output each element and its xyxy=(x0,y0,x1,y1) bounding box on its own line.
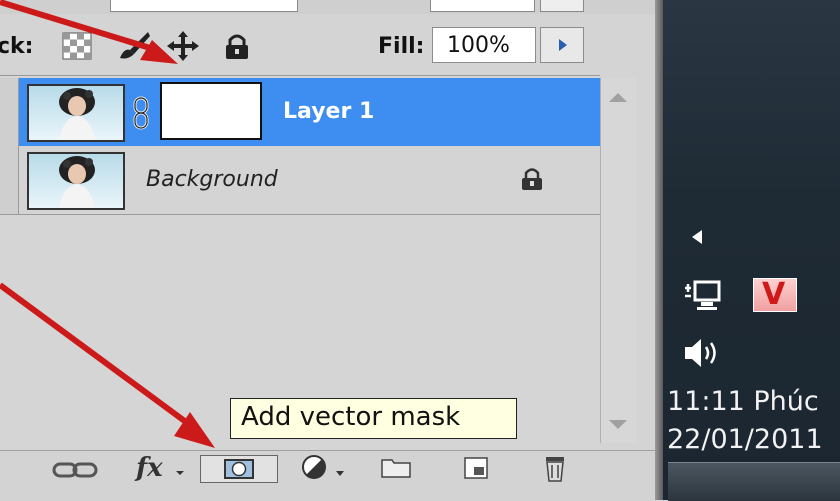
unikey-tray-button[interactable]: V xyxy=(753,277,797,312)
unikey-v-label: V xyxy=(762,277,786,312)
layers-panel: ck: Fill: 100% Layer 1 Background fx Add… xyxy=(0,0,655,501)
volume-icon[interactable] xyxy=(683,336,727,370)
annotation-arrows xyxy=(0,0,215,448)
clock-time[interactable]: 11:11 Phúc xyxy=(667,386,819,417)
taskbar-show-desktop-button[interactable] xyxy=(668,462,840,501)
network-icon[interactable] xyxy=(681,278,725,314)
show-hidden-icons-arrow-icon[interactable] xyxy=(689,228,705,246)
window-divider xyxy=(655,0,663,500)
clock-date[interactable]: 22/01/2011 xyxy=(667,424,823,455)
